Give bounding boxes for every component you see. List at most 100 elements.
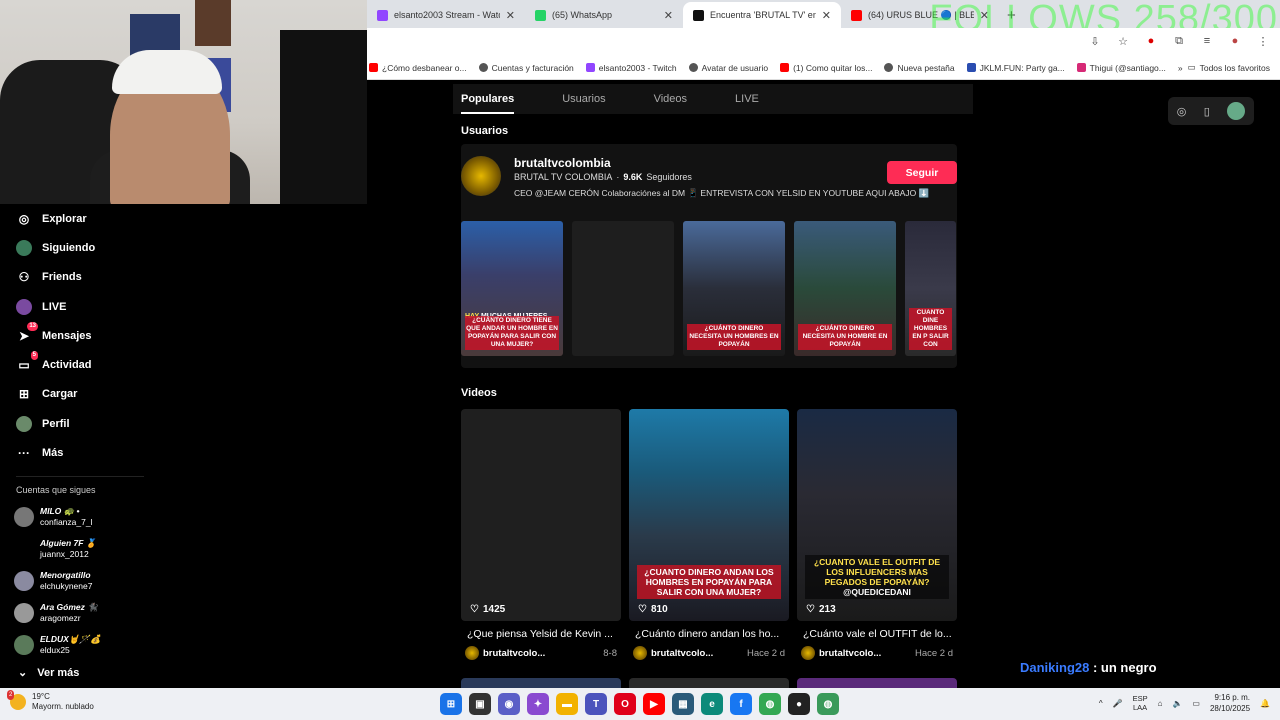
bookmark[interactable]: (1) Como quitar los... [780,63,872,73]
reading-list-icon[interactable]: ≡ [1200,34,1214,48]
video-card[interactable]: ¿CUANTO VALE EL OUTFIT DE LOS INFLUENCER… [797,409,957,660]
sidebar-item-label: Perfil [42,417,70,430]
video-title[interactable]: ¿Cuánto dinero andan los ho... [629,628,789,640]
video-thumbnail[interactable]: CUANTO DINE HOMBRES EN P SALIR CON [905,221,956,356]
sidebar-item-perfil[interactable]: Perfil [0,409,150,438]
bookmark-label: Cuentas y facturación [491,62,574,73]
browser-tab[interactable]: elsanto2003 Stream - Watch Li ✕ [367,2,525,28]
username[interactable]: brutaltvcolombia [514,156,611,170]
phone-icon[interactable]: ▯ [1204,105,1210,118]
video-title[interactable]: ¿Que piensa Yelsid de Kevin ... [461,628,621,640]
windows-start-icon[interactable]: ⊞ [440,693,462,715]
sidebar-item-explorar[interactable]: ◎ Explorar [0,204,150,233]
video-thumbnail[interactable]: ¿CUANTO DINERO ANDAN LOS HOMBRES EN POPA… [629,409,789,621]
bookmark[interactable]: ¿Cómo desbanear o... [369,63,467,73]
chat-app-icon[interactable]: ◉ [498,693,520,715]
bookmark[interactable]: Nueva pestaña [884,63,955,73]
all-favorites[interactable]: ▭ Todos los favoritos [1188,62,1270,73]
video-thumbnail[interactable]: ¿CUÁNTO DINERO NECESITA UN HOMBRE EN POP… [794,221,896,356]
profile-avatar-icon[interactable]: ● [1228,34,1242,48]
sidebar-item-live[interactable]: LIVE [0,292,150,321]
video-author[interactable]: brutaltvcolo... [819,648,915,659]
tab-populares[interactable]: Populares [461,84,515,114]
see-more-button[interactable]: ⌄ Ver más [0,661,150,685]
calculator-icon[interactable]: ▦ [672,693,694,715]
followed-account[interactable]: Ara Gómez 🐈‍⬛ aragomezr [0,597,150,629]
close-icon[interactable]: ✕ [506,9,515,22]
video-card[interactable]: ♡ 1425 ¿Que piensa Yelsid de Kevin ... br… [461,409,621,660]
chevron-up-icon[interactable]: ^ [1099,699,1103,708]
avatar[interactable] [633,646,647,660]
sidebar-item-siguiendo[interactable]: Siguiendo [0,233,150,262]
avatar[interactable] [801,646,815,660]
video-author[interactable]: brutaltvcolo... [483,648,603,659]
notifications-icon[interactable]: 🔔 [1260,699,1270,708]
close-icon[interactable]: ✕ [664,9,673,22]
speed-icon[interactable]: ◎ [1177,105,1187,118]
bookmark[interactable]: Avatar de usuario [688,63,768,73]
user-card[interactable]: brutaltvcolombia BRUTAL TV COLOMBIA · 9.… [461,144,957,368]
teams-icon[interactable]: T [585,693,607,715]
clock[interactable]: 9:16 p. m. 28/10/2025 [1210,692,1250,714]
sidebar-item-mensajes[interactable]: ➤ 13 Mensajes [0,321,150,350]
battery-icon[interactable]: ▭ [1192,699,1200,708]
facebook-icon[interactable]: f [730,693,752,715]
sidebar-item-actividad[interactable]: ▭ 5 Actividad [0,350,150,379]
video-thumbnail[interactable] [797,678,957,688]
follow-button[interactable]: Seguir [887,161,957,184]
video-thumbnail[interactable]: ¿CUÁNTO DINERO NECESITA UN HOMBRES EN PO… [683,221,785,356]
avatar[interactable] [465,646,479,660]
chat-username: Daniking28 [1020,660,1090,675]
chrome-icon[interactable]: ◍ [759,693,781,715]
browser-tab-active[interactable]: Encuentra 'BRUTAL TV' en TikTo ✕ [683,2,841,28]
opera-extension-icon[interactable]: ● [1144,34,1158,48]
video-thumbnail[interactable] [629,678,789,688]
install-app-icon[interactable]: ⇩ [1088,34,1102,48]
youtube-icon[interactable]: ▶ [643,693,665,715]
followed-account[interactable]: Menorgatillo elchukynene7 [0,565,150,597]
close-icon[interactable]: ✕ [822,9,831,22]
edge-icon[interactable]: e [701,693,723,715]
file-explorer-icon[interactable]: ▬ [556,693,578,715]
extensions-icon[interactable]: ⧉ [1172,34,1186,48]
bookmark[interactable]: JKLM.FUN: Party ga... [966,63,1065,73]
avatar[interactable] [461,156,501,196]
tab-usuarios[interactable]: Usuarios [562,84,605,114]
followed-account[interactable]: MILO 🐢 • confianza_7_l [0,501,150,533]
video-thumbnail[interactable]: ¿CUANTO VALE EL OUTFIT DE LOS INFLUENCER… [797,409,957,621]
bookmarks-overflow[interactable]: » [1178,63,1183,73]
obs-icon[interactable]: ● [788,693,810,715]
bookmark[interactable]: Cuentas y facturación [478,62,574,73]
network-icon[interactable]: ⌂ [1158,699,1163,708]
taskbar-apps: ⊞ ▣ ◉ ✦ ▬ T O ▶ ▦ e f ◍ ● ◍ [440,693,839,715]
video-thumbnail[interactable]: ♡ 1425 [461,409,621,621]
star-icon[interactable]: ☆ [1116,34,1130,48]
video-thumbnail[interactable] [461,678,621,688]
bookmark[interactable]: elsanto2003 - Twitch [585,63,677,73]
video-card[interactable]: ¿CUANTO DINERO ANDAN LOS HOMBRES EN POPA… [629,409,789,660]
tab-live[interactable]: LIVE [735,84,759,114]
language-indicator[interactable]: ESP LAA [1133,694,1148,712]
video-thumbnail[interactable]: HAY MUCHAS MUJERES ¿CUÁNTO DINERO TIENE … [461,221,563,356]
volume-icon[interactable]: 🔈 [1172,699,1182,708]
task-view-icon[interactable]: ▣ [469,693,491,715]
browser-tab[interactable]: (65) WhatsApp ✕ [525,2,683,28]
sidebar-item-cargar[interactable]: ⊞ Cargar [0,380,150,409]
kebab-menu-icon[interactable]: ⋮ [1256,34,1270,48]
sidebar-item-mas[interactable]: ··· Más [0,438,150,467]
chrome-profile-icon[interactable]: ◍ [817,693,839,715]
tab-videos[interactable]: Videos [654,84,687,114]
copilot-icon[interactable]: ✦ [527,693,549,715]
followed-account[interactable]: ELDUX🤘🪄💰 eldux25 [0,629,150,661]
bookmark-label: (1) Como quitar los... [793,62,873,73]
followed-account[interactable]: Alguien 7F 🏅 juannx_2012 [0,533,150,565]
sidebar-item-friends[interactable]: ⚇ Friends [0,263,150,292]
video-title[interactable]: ¿Cuánto vale el OUTFIT de lo... [797,628,957,640]
video-author[interactable]: brutaltvcolo... [651,648,747,659]
weather-widget[interactable]: 2 19°C Mayorm. nublado [7,690,94,712]
microphone-icon[interactable]: 🎤 [1113,699,1123,708]
opera-icon[interactable]: O [614,693,636,715]
avatar[interactable] [1227,102,1246,120]
video-thumbnail[interactable] [572,221,674,356]
bookmark[interactable]: Thigui (@santiago... [1076,63,1166,73]
